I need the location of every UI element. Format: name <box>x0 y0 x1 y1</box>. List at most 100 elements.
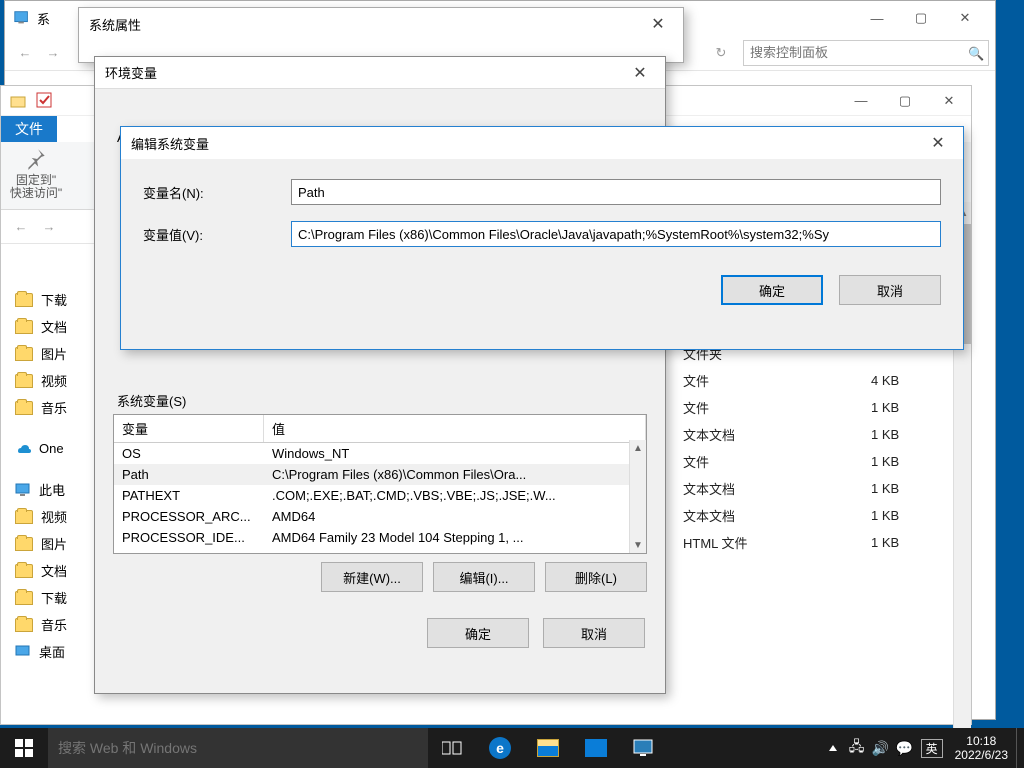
store-button[interactable] <box>572 728 620 768</box>
close-button[interactable]: ✕ <box>943 3 987 33</box>
desktop-icon <box>15 644 31 660</box>
file-size-cell: 1 KB <box>871 421 941 448</box>
monitor-icon <box>632 738 656 758</box>
checkbox-icon <box>35 91 55 111</box>
show-desktop-button[interactable] <box>1016 728 1022 768</box>
header-variable[interactable]: 变量 <box>114 415 264 442</box>
nav-refresh-icon[interactable]: ↻ <box>707 39 735 67</box>
delete-button[interactable]: 删除(L) <box>545 562 647 592</box>
edit-system-variable-dialog: 编辑系统变量 ✕ 变量名(N): 变量值(V): 确定 取消 <box>120 126 964 350</box>
clock[interactable]: 10:18 2022/6/23 <box>947 734 1016 763</box>
folder-icon <box>15 510 33 524</box>
variable-name-input[interactable] <box>291 179 941 205</box>
cancel-button[interactable]: 取消 <box>839 275 941 305</box>
taskbar-search-input[interactable] <box>48 728 428 768</box>
system-properties-close-button[interactable]: ✕ <box>643 12 673 36</box>
edge-button[interactable]: e <box>476 728 524 768</box>
edge-icon: e <box>489 737 511 759</box>
file-type-cell: 文本文档 <box>683 421 803 448</box>
folder-icon <box>15 293 33 307</box>
system-vars-table[interactable]: 变量 值 OSWindows_NT PathC:\Program Files (… <box>113 414 647 554</box>
action-center-icon[interactable]: 💬 <box>893 728 917 768</box>
new-button[interactable]: 新建(W)... <box>321 562 423 592</box>
explorer-taskbar-button[interactable] <box>524 728 572 768</box>
folder-icon <box>15 347 33 361</box>
thispc-icon <box>15 482 31 498</box>
system-properties-title: 系统属性 <box>89 15 141 34</box>
file-size-cell: 1 KB <box>871 475 941 502</box>
system-tray: 🖧 🔊 💬 英 10:18 2022/6/23 <box>821 728 1024 768</box>
clock-time: 10:18 <box>955 734 1008 748</box>
explorer-icon <box>9 91 29 111</box>
app-button[interactable] <box>620 728 668 768</box>
explorer-close-button[interactable]: ✕ <box>927 87 971 115</box>
folder-icon <box>15 320 33 334</box>
file-size-cell: 1 KB <box>871 448 941 475</box>
folder-icon <box>15 591 33 605</box>
control-panel-icon <box>13 9 31 27</box>
search-icon: 🔍 <box>968 46 982 60</box>
explorer-maximize-button[interactable]: ▢ <box>883 87 927 115</box>
volume-icon[interactable]: 🔊 <box>869 728 893 768</box>
table-header: 变量 值 <box>114 415 646 443</box>
system-vars-buttons: 新建(W)... 编辑(I)... 删除(L) <box>113 554 647 600</box>
folder-icon <box>15 564 33 578</box>
network-icon[interactable]: 🖧 <box>845 728 869 768</box>
scroll-up-icon[interactable]: ▲ <box>630 440 646 456</box>
start-button[interactable] <box>0 728 48 768</box>
edit-close-button[interactable]: ✕ <box>923 131 953 155</box>
env-close-button[interactable]: ✕ <box>625 61 655 85</box>
explorer-forward-icon[interactable]: → <box>35 213 63 241</box>
scroll-down-icon[interactable]: ▼ <box>630 537 646 553</box>
file-type-cell: 文件 <box>683 394 803 421</box>
file-type-cell: HTML 文件 <box>683 529 803 556</box>
edit-button[interactable]: 编辑(I)... <box>433 562 535 592</box>
table-row[interactable]: PATHEXT.COM;.EXE;.BAT;.CMD;.VBS;.VBE;.JS… <box>114 485 646 506</box>
variable-name-row: 变量名(N): <box>143 179 941 205</box>
tray-overflow-button[interactable] <box>821 728 845 768</box>
cancel-button[interactable]: 取消 <box>543 618 645 648</box>
minimize-button[interactable]: — <box>855 3 899 33</box>
explorer-back-icon[interactable]: ← <box>7 213 35 241</box>
edit-titlebar: 编辑系统变量 ✕ <box>121 127 963 159</box>
file-type-cell: 文件 <box>683 448 803 475</box>
explorer-minimize-button[interactable]: — <box>839 87 883 115</box>
folder-icon <box>15 537 33 551</box>
folder-icon <box>15 401 33 415</box>
maximize-button[interactable]: ▢ <box>899 3 943 33</box>
variable-value-input[interactable] <box>291 221 941 247</box>
control-panel-search[interactable]: 🔍 <box>743 40 989 66</box>
table-scrollbar[interactable]: ▲▼ <box>629 440 646 553</box>
nav-forward-icon[interactable]: → <box>39 39 67 67</box>
env-title: 环境变量 <box>105 63 157 82</box>
onedrive-icon <box>15 441 31 457</box>
system-properties-titlebar: 系统属性 ✕ <box>79 8 683 40</box>
chevron-up-icon <box>829 745 837 751</box>
taskview-icon <box>442 740 462 756</box>
pin-to-quickaccess[interactable]: 固定到" 快速访问" <box>1 142 71 209</box>
nav-back-icon[interactable]: ← <box>11 39 39 67</box>
control-panel-search-input[interactable] <box>750 45 968 60</box>
system-properties-dialog: 系统属性 ✕ <box>78 7 684 63</box>
folder-icon <box>15 374 33 388</box>
table-row[interactable]: PROCESSOR_IDE...AMD64 Family 23 Model 10… <box>114 527 646 548</box>
close-icon: ✕ <box>931 133 944 153</box>
taskbar-apps: e <box>428 728 668 768</box>
control-panel-title: 系 <box>37 9 50 28</box>
table-row[interactable]: OSWindows_NT <box>114 443 646 464</box>
ok-button[interactable]: 确定 <box>427 618 529 648</box>
ime-indicator[interactable]: 英 <box>921 739 943 758</box>
file-type-cell: 文件 <box>683 367 803 394</box>
env-titlebar: 环境变量 ✕ <box>95 57 665 89</box>
close-icon: ✕ <box>633 63 646 83</box>
clock-date: 2022/6/23 <box>955 748 1008 762</box>
header-value[interactable]: 值 <box>264 415 646 442</box>
table-row-selected[interactable]: PathC:\Program Files (x86)\Common Files\… <box>114 464 646 485</box>
taskview-button[interactable] <box>428 728 476 768</box>
close-icon: ✕ <box>651 14 664 34</box>
folder-icon <box>15 618 33 632</box>
variable-value-label: 变量值(V): <box>143 225 291 244</box>
table-row[interactable]: PROCESSOR_ARC...AMD64 <box>114 506 646 527</box>
file-tab[interactable]: 文件 <box>1 116 57 142</box>
ok-button[interactable]: 确定 <box>721 275 823 305</box>
